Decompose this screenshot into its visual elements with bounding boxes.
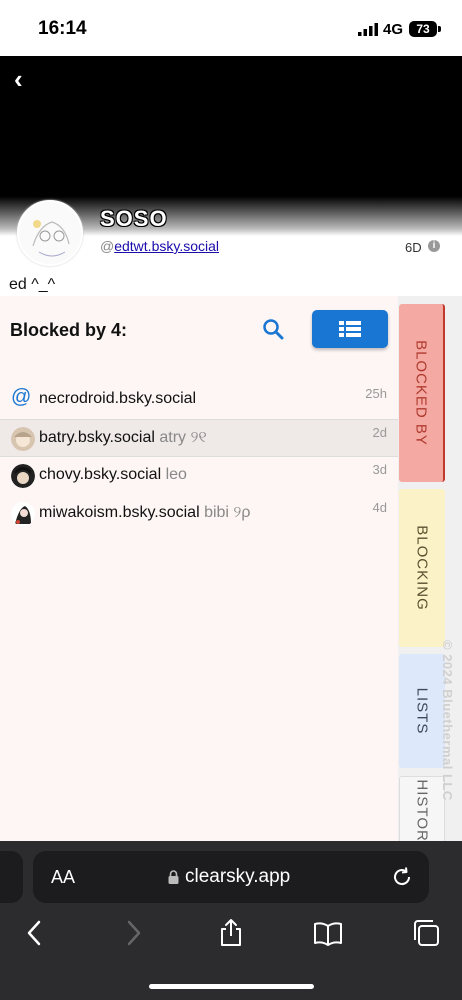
previous-tab-preview[interactable] xyxy=(0,851,23,903)
list-item-time: 25h xyxy=(365,386,387,401)
status-time: 16:14 xyxy=(38,18,87,39)
list-view-button[interactable] xyxy=(312,310,388,348)
battery-cap xyxy=(438,26,441,32)
profile-avatar xyxy=(17,200,83,266)
list-item[interactable]: batry.bsky.social atry ୨୧ 2d xyxy=(0,419,398,457)
back-icon[interactable] xyxy=(20,918,50,948)
account-age: 6D xyxy=(405,240,422,255)
profile-handle-link[interactable]: edtwt.bsky.social xyxy=(114,238,219,254)
page-settings-button[interactable]: AA xyxy=(51,867,75,888)
list-item[interactable]: miwakoism.bsky.social bibi ୨ρ 4d xyxy=(0,495,398,533)
signal-icon xyxy=(358,23,378,36)
address-bar[interactable]: AA clearsky.app xyxy=(33,851,429,903)
blocked-by-panel: Blocked by 4: @ necrodroid.bsky.social 2… xyxy=(0,296,398,841)
list-item-time: 3d xyxy=(372,462,387,477)
list-item[interactable]: chovy.bsky.social leo 3d xyxy=(0,457,398,495)
list-item-time: 4d xyxy=(372,500,387,515)
list-item-handle: miwakoism.bsky.social bibi ୨ρ xyxy=(39,504,251,521)
avatar-illustration xyxy=(19,202,81,264)
profile-bio: ed ^_^ xyxy=(9,276,56,293)
list-icon xyxy=(339,321,361,337)
tab-blocking[interactable]: BLOCKING xyxy=(399,489,445,647)
back-chevron-icon[interactable]: ‹ xyxy=(14,64,23,95)
tab-blocked-by[interactable]: BLOCKED BY xyxy=(399,304,445,482)
tab-lists[interactable]: LISTS xyxy=(399,654,445,768)
forward-icon[interactable] xyxy=(118,918,148,948)
profile-display-name: SOSO xyxy=(100,206,168,231)
list-item-handle: necrodroid.bsky.social xyxy=(39,390,197,407)
reload-icon[interactable] xyxy=(391,866,413,888)
avatar xyxy=(11,427,35,451)
handle-prefix: @ xyxy=(100,238,115,254)
list-item[interactable]: @ necrodroid.bsky.social 25h xyxy=(0,381,398,419)
list-item-handle: batry.bsky.social atry ୨୧ xyxy=(39,429,207,446)
url-text: clearsky.app xyxy=(185,866,291,887)
tab-history[interactable]: HISTORY xyxy=(399,776,445,841)
battery-icon: 73 xyxy=(409,21,437,37)
avatar xyxy=(11,464,35,488)
list-item-handle: chovy.bsky.social leo xyxy=(39,466,187,483)
at-icon: @ xyxy=(11,386,32,408)
info-icon[interactable]: i xyxy=(428,240,440,252)
avatar xyxy=(11,502,35,526)
copyright-text: © 2024 Bluethermal LLC xyxy=(440,640,455,801)
lock-icon xyxy=(168,870,179,884)
profile-handle: @edtwt.bsky.social xyxy=(100,238,219,254)
network-label: 4G xyxy=(383,21,404,38)
share-icon[interactable] xyxy=(216,918,246,948)
bookmarks-icon[interactable] xyxy=(313,918,343,948)
search-icon[interactable] xyxy=(262,318,284,340)
status-bar: 16:14 4G 73 xyxy=(0,0,462,56)
home-indicator xyxy=(149,984,314,989)
tabs-icon[interactable] xyxy=(411,918,441,948)
panel-title: Blocked by 4: xyxy=(10,320,128,340)
list-item-time: 2d xyxy=(372,425,387,440)
